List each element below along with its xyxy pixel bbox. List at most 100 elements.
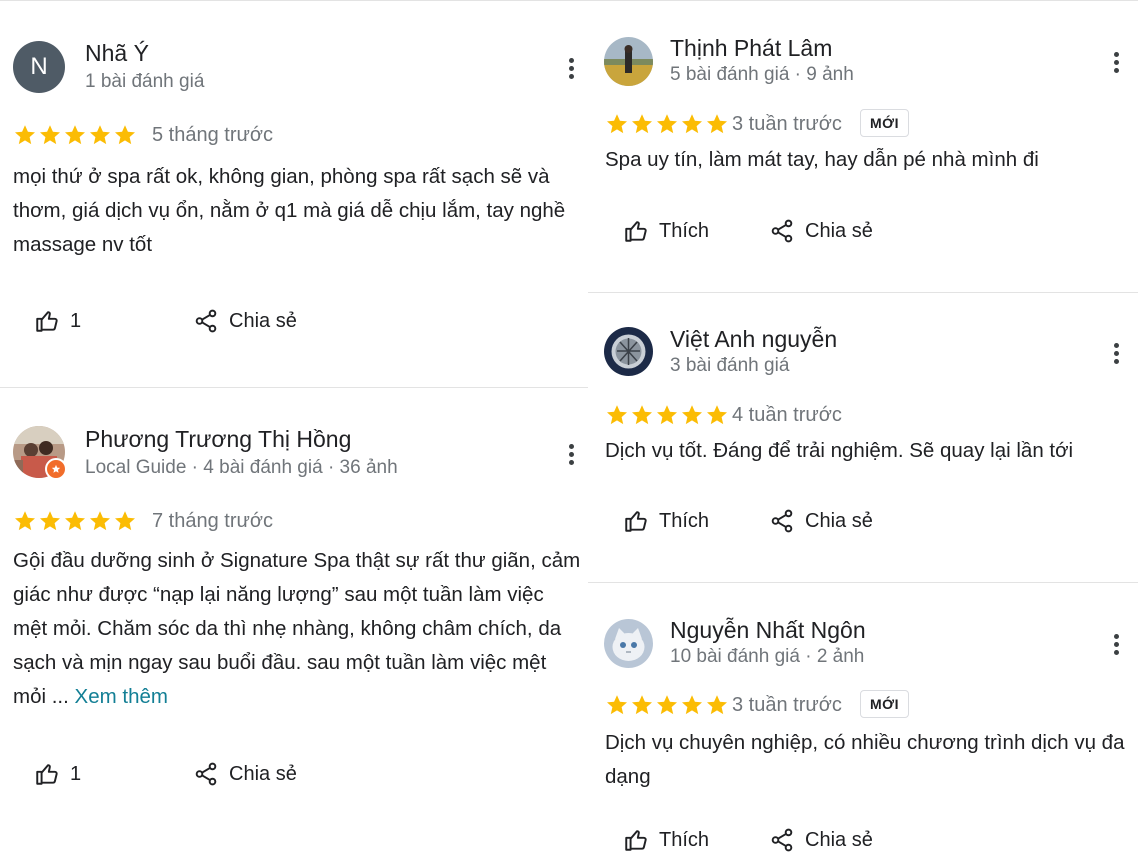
star-icon — [680, 403, 704, 427]
like-count: 1 — [70, 762, 82, 785]
star-rating — [605, 693, 729, 717]
share-icon — [769, 508, 795, 534]
star-icon — [655, 403, 679, 427]
star-icon — [13, 509, 37, 533]
share-label: Chia sẻ — [805, 509, 873, 532]
star-icon — [38, 123, 62, 147]
avatar[interactable]: N — [13, 41, 65, 93]
like-button[interactable]: 1 — [34, 761, 81, 787]
star-icon — [630, 693, 654, 717]
reviewer-meta: 3 bài đánh giá — [670, 355, 790, 376]
star-icon — [655, 112, 679, 136]
share-button[interactable]: Chia sẻ — [769, 827, 873, 853]
avatar-letter: N — [30, 53, 48, 80]
star-icon — [13, 123, 37, 147]
star-icon — [88, 509, 112, 533]
reviewer-name[interactable]: Thịnh Phát Lâm — [670, 35, 832, 62]
star-icon — [630, 403, 654, 427]
like-label: Thích — [659, 509, 710, 532]
review-card: Nguyễn Nhất Ngôn 10 bài đánh giá · 2 ảnh… — [588, 583, 1138, 840]
review-text: Dịch vụ chuyên nghiệp, có nhiều chương t… — [605, 731, 1125, 788]
review-text: Gội đầu dưỡng sinh ở Signature Spa thật … — [13, 544, 581, 714]
share-icon — [193, 308, 219, 334]
reviewer-meta: 5 bài đánh giá · 9 ảnh — [670, 64, 854, 85]
like-button[interactable]: Thích — [623, 218, 709, 244]
avatar[interactable] — [604, 327, 653, 376]
more-options-icon[interactable] — [1110, 52, 1122, 76]
reviewer-name[interactable]: Nhã Ý — [85, 40, 149, 67]
star-icon — [88, 123, 112, 147]
review-card: N Nhã Ý 1 bài đánh giá 5 tháng trước mọi… — [0, 0, 588, 387]
star-rating — [605, 112, 729, 136]
share-icon — [769, 218, 795, 244]
review-card: Phương Trương Thị Hồng Local Guide · 4 b… — [0, 388, 588, 840]
like-button[interactable]: Thích — [623, 508, 709, 534]
reviewer-name[interactable]: Phương Trương Thị Hồng — [85, 426, 351, 453]
star-icon — [38, 509, 62, 533]
share-button[interactable]: Chia sẻ — [769, 508, 873, 534]
review-time: 4 tuần trước — [732, 404, 842, 426]
more-options-icon[interactable] — [565, 58, 577, 82]
share-label: Chia sẻ — [805, 219, 873, 242]
star-icon — [113, 509, 137, 533]
reviewer-name[interactable]: Việt Anh nguyễn — [670, 326, 837, 353]
star-rating — [605, 403, 729, 427]
reviewer-name[interactable]: Nguyễn Nhất Ngôn — [670, 617, 866, 644]
more-options-icon[interactable] — [565, 444, 577, 468]
star-icon — [605, 112, 629, 136]
avatar-photo — [604, 327, 653, 376]
share-button[interactable]: Chia sẻ — [193, 308, 297, 334]
share-button[interactable]: Chia sẻ — [193, 761, 297, 787]
star-icon — [655, 693, 679, 717]
thumb-up-icon — [623, 218, 649, 244]
avatar-photo — [604, 37, 653, 86]
like-button[interactable]: 1 — [34, 308, 81, 334]
local-guide-badge-icon — [45, 458, 67, 480]
new-badge: MỚI — [860, 690, 909, 718]
share-label: Chia sẻ — [229, 762, 297, 785]
review-time: 3 tuần trước — [732, 694, 842, 716]
like-button[interactable]: Thích — [623, 827, 709, 853]
review-text: Dịch vụ tốt. Đáng để trải nghiệm. Sẽ qua… — [605, 439, 1074, 462]
reviewer-meta: 10 bài đánh giá · 2 ảnh — [670, 646, 865, 667]
new-badge: MỚI — [860, 109, 909, 137]
star-icon — [705, 112, 729, 136]
more-options-icon[interactable] — [1110, 634, 1122, 658]
star-icon — [605, 693, 629, 717]
star-rating — [13, 123, 137, 147]
avatar[interactable] — [604, 37, 653, 86]
star-icon — [705, 693, 729, 717]
share-icon — [769, 827, 795, 853]
star-icon — [63, 509, 87, 533]
star-icon — [63, 123, 87, 147]
review-time: 3 tuần trước — [732, 113, 842, 135]
avatar[interactable] — [604, 619, 653, 668]
like-label: Thích — [659, 828, 710, 851]
star-icon — [705, 403, 729, 427]
more-options-icon[interactable] — [1110, 343, 1122, 367]
thumb-up-icon — [623, 508, 649, 534]
see-more-link[interactable]: Xem thêm — [75, 685, 168, 708]
star-rating — [13, 509, 137, 533]
review-text: mọi thứ ở spa rất ok, không gian, phòng … — [13, 165, 566, 256]
like-count: 1 — [70, 309, 82, 332]
reviewer-meta: Local Guide · 4 bài đánh giá · 36 ảnh — [85, 457, 398, 478]
share-button[interactable]: Chia sẻ — [769, 218, 873, 244]
star-icon — [113, 123, 137, 147]
thumb-up-icon — [34, 761, 60, 787]
review-time: 7 tháng trước — [152, 510, 274, 532]
star-icon — [680, 693, 704, 717]
thumb-up-icon — [34, 308, 60, 334]
star-icon — [630, 112, 654, 136]
review-card: Thịnh Phát Lâm 5 bài đánh giá · 9 ảnh 3 … — [588, 0, 1138, 292]
review-card: Việt Anh nguyễn 3 bài đánh giá 4 tuần tr… — [588, 293, 1138, 582]
avatar-photo — [604, 619, 653, 668]
share-icon — [193, 761, 219, 787]
share-label: Chia sẻ — [229, 309, 297, 332]
avatar[interactable] — [13, 426, 67, 480]
star-icon — [680, 112, 704, 136]
share-label: Chia sẻ — [805, 828, 873, 851]
reviewer-meta: 1 bài đánh giá — [85, 71, 205, 92]
like-label: Thích — [659, 219, 710, 242]
thumb-up-icon — [623, 827, 649, 853]
